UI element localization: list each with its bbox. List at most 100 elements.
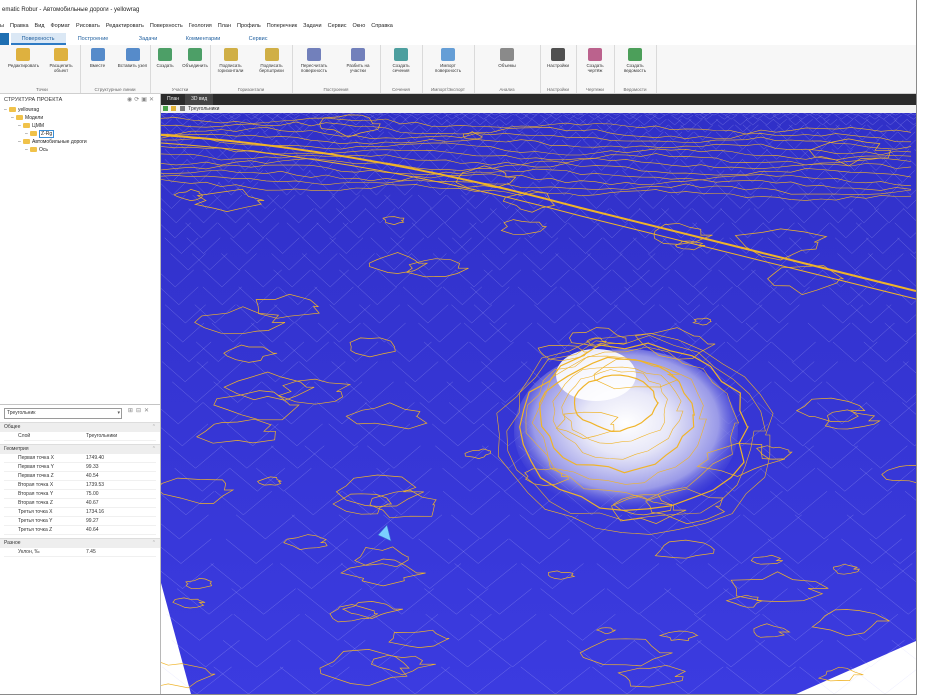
property-value: 75.00 [82, 489, 156, 499]
hill-peak [556, 349, 636, 401]
property-name: Вторая точка Z [4, 498, 82, 508]
ribbon-button[interactable]: Пересчитать поверхность [299, 48, 329, 73]
ribbon-button[interactable]: Создать чертёж [580, 48, 610, 73]
terrain-3d-view [161, 113, 916, 694]
layer-lock-icon[interactable] [171, 106, 177, 112]
ribbon-group: Создать сечения Сечения [380, 45, 423, 93]
menu-item[interactable]: Правка [10, 23, 29, 29]
menu-item[interactable]: Поперечник [267, 23, 297, 29]
properties-panel: Треугольник ▾ ⊞⊟✕ Общее ⌃ Слой Треугольники… [0, 404, 160, 694]
menu-item[interactable]: Редактировать [106, 23, 144, 29]
ribbon-button[interactable]: Настройки [543, 48, 573, 68]
sort-icon[interactable]: ⊞ [128, 408, 136, 414]
property-row[interactable]: Вторая точка X 1739.53 [4, 480, 156, 490]
ribbon-button[interactable]: Вставить узел [118, 48, 148, 68]
tool-icon [188, 48, 202, 61]
tree-item[interactable]: – Модели [0, 114, 160, 122]
property-name: Первая точка X [4, 454, 82, 463]
property-value: 1739.53 [82, 480, 156, 490]
ribbon-group-label: Сечения [392, 87, 410, 92]
ribbon-tab[interactable]: Построение [66, 33, 121, 45]
application-menu-button[interactable] [0, 33, 9, 45]
ribbon-button-label: Объединить [182, 63, 208, 68]
menu-item[interactable]: Окно [352, 23, 365, 29]
layer-visible-icon[interactable] [163, 106, 168, 112]
ribbon-button[interactable]: Создать ведомость [620, 48, 650, 73]
ribbon-button[interactable]: Подписать горизонтали [216, 48, 246, 73]
object-type-select[interactable]: Треугольник ▾ [4, 408, 122, 419]
menu-item[interactable]: План [218, 23, 231, 29]
ribbon-group-label: Настройки [546, 87, 570, 92]
menu-item[interactable]: Вид [35, 23, 45, 29]
property-value: 40.54 [82, 471, 156, 481]
property-table: Слой Треугольники [4, 432, 156, 441]
collapse-icon[interactable]: ⌃ [152, 423, 156, 432]
tree-item[interactable]: – ЦММ [0, 122, 160, 130]
property-table: Первая точка X 1749.40 Первая точка Y 99.33… [4, 454, 156, 535]
tree-item[interactable]: – Z-Rg [0, 130, 160, 138]
ribbon-button[interactable]: Разбить на участки [343, 48, 373, 73]
property-row[interactable]: Третья точка Z 40.64 [4, 525, 156, 535]
pin-icon[interactable]: ▣ [141, 97, 149, 103]
ribbon-button-label: Разбить на участки [346, 63, 370, 73]
tool-icon [307, 48, 321, 61]
tool-icon [394, 48, 408, 61]
ribbon-tab[interactable]: Задачи [121, 33, 176, 45]
property-section-header[interactable]: Геометрия ⌃ [0, 444, 160, 454]
ribbon-tab[interactable]: Сервис [231, 33, 286, 45]
menu-item[interactable]: Рисовать [76, 23, 100, 29]
menu-item[interactable]: ы [0, 23, 4, 29]
document-tab[interactable]: 3D вид [185, 94, 214, 105]
ribbon-button[interactable]: Объемы [492, 48, 522, 68]
ribbon-button[interactable]: Вместе [83, 48, 113, 68]
property-row[interactable]: Вторая точка Y 75.00 [4, 489, 156, 499]
property-name: Первая точка Z [4, 471, 82, 481]
property-row[interactable]: Первая точка Z 40.54 [4, 471, 156, 481]
window-title: ematic Robur - Автомобильные дороги - ye… [2, 7, 140, 13]
property-row[interactable]: Слой Треугольники [4, 432, 156, 441]
ribbon-button[interactable]: Объединить [180, 48, 210, 68]
property-value: 7.45 [82, 548, 156, 557]
ribbon-button[interactable]: Подписать бергштрихи [257, 48, 287, 73]
tree-item[interactable]: – Автомобильные дороги [0, 138, 160, 146]
ribbon-button[interactable]: Расщепить объект [46, 48, 76, 73]
ribbon-button-label: Создать [156, 63, 174, 68]
ribbon-button[interactable]: Создать [150, 48, 180, 68]
ribbon-group-label: Структурные линии [94, 87, 136, 92]
3d-viewport[interactable] [161, 113, 916, 694]
ribbon-button[interactable]: Редактировать [8, 48, 39, 68]
menu-item[interactable]: Поверхность [150, 23, 183, 29]
collapse-icon[interactable]: ⌃ [152, 445, 156, 454]
tree-item[interactable]: – yellowrag [0, 106, 160, 114]
property-row[interactable]: Вторая точка Z 40.67 [4, 498, 156, 508]
ribbon-tab[interactable]: Комментарии [176, 33, 231, 45]
menu-item[interactable]: Задачи [303, 23, 321, 29]
ribbon-button[interactable]: Создать сечения [386, 48, 416, 73]
filter-icon[interactable]: ⊟ [136, 408, 144, 414]
menu-item[interactable]: Справка [371, 23, 393, 29]
property-row[interactable]: Уклон, ‰ 7.45 [4, 548, 156, 557]
tree-item[interactable]: – Ось [0, 146, 160, 154]
property-section-header[interactable]: Общее ⌃ [0, 422, 160, 432]
property-row[interactable]: Первая точка X 1749.40 [4, 454, 156, 463]
document-tab[interactable]: План [161, 94, 185, 105]
ribbon-button-label: Объемы [498, 63, 516, 68]
menu-item[interactable]: Формат [51, 23, 71, 29]
property-row[interactable]: Первая точка Y 99.33 [4, 462, 156, 472]
close-icon[interactable]: ✕ [149, 97, 156, 103]
folder-icon [16, 115, 23, 121]
property-row[interactable]: Третья точка X 1734.16 [4, 507, 156, 517]
property-row[interactable]: Третья точка Y 99.27 [4, 516, 156, 526]
property-name: Первая точка Y [4, 462, 82, 472]
close-icon[interactable]: ✕ [144, 408, 152, 414]
tree-item-label: Z-Rg [39, 130, 55, 138]
menu-item[interactable]: Сервис [328, 23, 347, 29]
property-section-header[interactable]: Разное ⌃ [0, 538, 160, 548]
ribbon-group: Пересчитать поверхность Разбить на участк… [292, 45, 381, 93]
ribbon-tab[interactable]: Поверхность [10, 33, 66, 45]
collapse-icon[interactable]: ⌃ [152, 539, 156, 548]
ribbon-button[interactable]: Импорт поверхность [433, 48, 463, 73]
menu-item[interactable]: Геология [189, 23, 212, 29]
menu-item[interactable]: Профиль [237, 23, 261, 29]
tree-item-label: yellowrag [18, 107, 40, 113]
